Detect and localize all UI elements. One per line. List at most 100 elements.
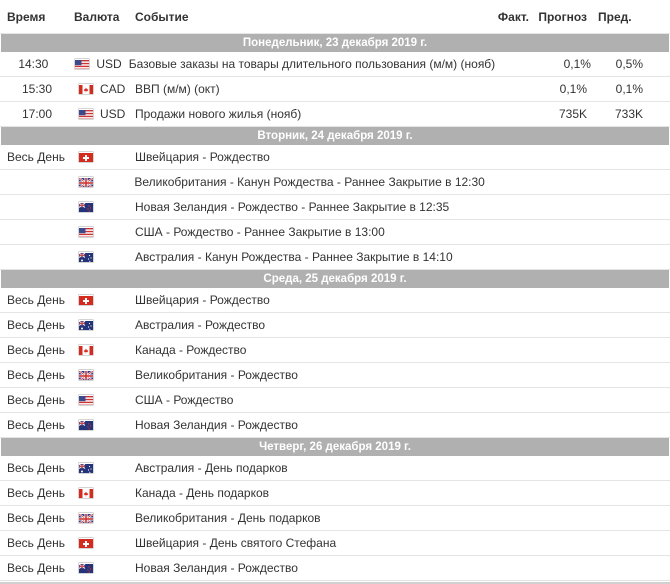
event-name[interactable]: Новая Зеландия - Рождество (128, 561, 484, 575)
table-row[interactable]: США - Рождество - Раннее Закрытие в 13:0… (0, 220, 670, 245)
event-currency: USD (66, 107, 128, 121)
us-flag-icon (75, 59, 89, 69)
header-event[interactable]: Событие (128, 10, 484, 24)
event-name[interactable]: Канада - Рождество (128, 343, 484, 357)
event-previous: 733K (587, 107, 670, 121)
table-row[interactable]: Весь День Австралия - День подарков (0, 456, 670, 481)
currency-code: CAD (100, 82, 125, 96)
event-time: Весь День (0, 150, 66, 164)
australia-flag-icon (79, 252, 93, 262)
event-time: Весь День (0, 511, 66, 525)
event-time: Весь День (0, 293, 66, 307)
event-currency: CAD (66, 82, 128, 96)
event-currency (66, 488, 128, 498)
us-flag-icon (79, 395, 93, 405)
day-header: Четверг, 26 декабря 2019 г. (1, 438, 669, 456)
table-row[interactable]: Весь День Новая Зеландия - Рождество (0, 413, 670, 438)
event-time: 15:30 (0, 82, 66, 96)
table-row[interactable]: Весь День Швейцария - Рождество (0, 145, 670, 170)
event-currency: USD (62, 57, 121, 71)
event-currency (66, 463, 128, 473)
event-currency (66, 295, 128, 305)
table-row[interactable]: 14:30 USD Базовые заказы на товары длите… (0, 52, 670, 77)
us-flag-icon (79, 227, 93, 237)
event-currency (66, 252, 128, 262)
day-header: Вторник, 24 декабря 2019 г. (1, 127, 669, 145)
switzerland-flag-icon (79, 538, 93, 548)
event-currency (66, 513, 128, 523)
event-name[interactable]: Новая Зеландия - Рождество (128, 418, 484, 432)
event-forecast: 0,1% (529, 82, 587, 96)
event-time: Весь День (0, 343, 66, 357)
event-currency (66, 395, 128, 405)
event-previous: 0,1% (587, 82, 670, 96)
event-forecast: 735K (529, 107, 587, 121)
currency-code: USD (96, 57, 121, 71)
table-row[interactable]: Весь День Великобритания - Рождество (0, 363, 670, 388)
canada-flag-icon (79, 345, 93, 355)
uk-flag-icon (79, 370, 93, 380)
table-row[interactable]: Весь День Швейцария - День святого Стефа… (0, 531, 670, 556)
event-time: 14:30 (0, 57, 62, 71)
event-name[interactable]: Австралия - День подарков (128, 461, 484, 475)
event-name[interactable]: США - Рождество (128, 393, 484, 407)
uk-flag-icon (79, 177, 93, 187)
table-row[interactable]: Весь День Новая Зеландия - Рождество (0, 556, 670, 581)
table-row[interactable]: Великобритания - Канун Рождества - Ранне… (0, 170, 670, 195)
event-name[interactable]: Швейцария - Рождество (128, 293, 484, 307)
event-time: Весь День (0, 561, 66, 575)
currency-code: USD (100, 107, 125, 121)
table-row[interactable]: Австралия - Канун Рождества - Раннее Зак… (0, 245, 670, 270)
event-name[interactable]: Новая Зеландия - Рождество - Раннее Закр… (128, 200, 484, 214)
header-time[interactable]: Время (0, 10, 66, 24)
event-time: Весь День (0, 486, 66, 500)
event-name[interactable]: Швейцария - Рождество (128, 150, 484, 164)
event-currency (66, 538, 128, 548)
switzerland-flag-icon (79, 152, 93, 162)
event-name[interactable]: Австралия - Рождество (128, 318, 484, 332)
table-row[interactable]: Весь День Канада - День подарков (0, 481, 670, 506)
event-name[interactable]: США - Рождество - Раннее Закрытие в 13:0… (128, 225, 484, 239)
header-actual[interactable]: Факт. (484, 10, 529, 24)
event-name[interactable]: Базовые заказы на товары длительного пол… (122, 57, 496, 71)
table-row[interactable]: Весь День Австралия - Рождество (0, 313, 670, 338)
event-time: 17:00 (0, 107, 66, 121)
table-row[interactable]: Весь День Швейцария - Рождество (0, 288, 670, 313)
day-header: Среда, 25 декабря 2019 г. (1, 270, 669, 288)
table-row[interactable]: 15:30 CAD ВВП (м/м) (окт) 0,1% 0,1% (0, 77, 670, 102)
switzerland-flag-icon (79, 295, 93, 305)
event-currency (66, 370, 128, 380)
event-currency (66, 227, 128, 237)
event-name[interactable]: Великобритания - Рождество (128, 368, 484, 382)
event-time: Весь День (0, 393, 66, 407)
new-zealand-flag-icon (79, 202, 93, 212)
australia-flag-icon (79, 320, 93, 330)
economic-calendar: Время Валюта Событие Факт. Прогноз Пред.… (0, 0, 670, 584)
event-time: Весь День (0, 536, 66, 550)
event-currency (66, 202, 128, 212)
header-previous[interactable]: Пред. (587, 10, 670, 24)
event-previous: 0,5% (591, 57, 670, 71)
uk-flag-icon (79, 513, 93, 523)
event-name[interactable]: ВВП (м/м) (окт) (128, 82, 484, 96)
table-row[interactable]: 17:00 USD Продажи нового жилья (нояб) 73… (0, 102, 670, 127)
event-name[interactable]: Великобритания - День подарков (128, 511, 484, 525)
event-name[interactable]: Великобритания - Канун Рождества - Ранне… (127, 175, 485, 189)
calendar-body: Понедельник, 23 декабря 2019 г. 14:30 US… (0, 34, 670, 581)
header-currency[interactable]: Валюта (66, 10, 128, 24)
table-row[interactable]: Весь День США - Рождество (0, 388, 670, 413)
event-name[interactable]: Австралия - Канун Рождества - Раннее Зак… (128, 250, 484, 264)
table-row[interactable]: Новая Зеландия - Рождество - Раннее Закр… (0, 195, 670, 220)
event-time: Весь День (0, 461, 66, 475)
table-row[interactable]: Весь День Великобритания - День подарков (0, 506, 670, 531)
event-currency (66, 320, 128, 330)
event-name[interactable]: Швейцария - День святого Стефана (128, 536, 484, 550)
table-row[interactable]: Весь День Канада - Рождество (0, 338, 670, 363)
event-forecast: 0,1% (537, 57, 591, 71)
event-time: Весь День (0, 368, 66, 382)
us-flag-icon (79, 109, 93, 119)
event-currency (66, 177, 128, 187)
header-forecast[interactable]: Прогноз (529, 10, 587, 24)
event-name[interactable]: Продажи нового жилья (нояб) (128, 107, 484, 121)
event-name[interactable]: Канада - День подарков (128, 486, 484, 500)
